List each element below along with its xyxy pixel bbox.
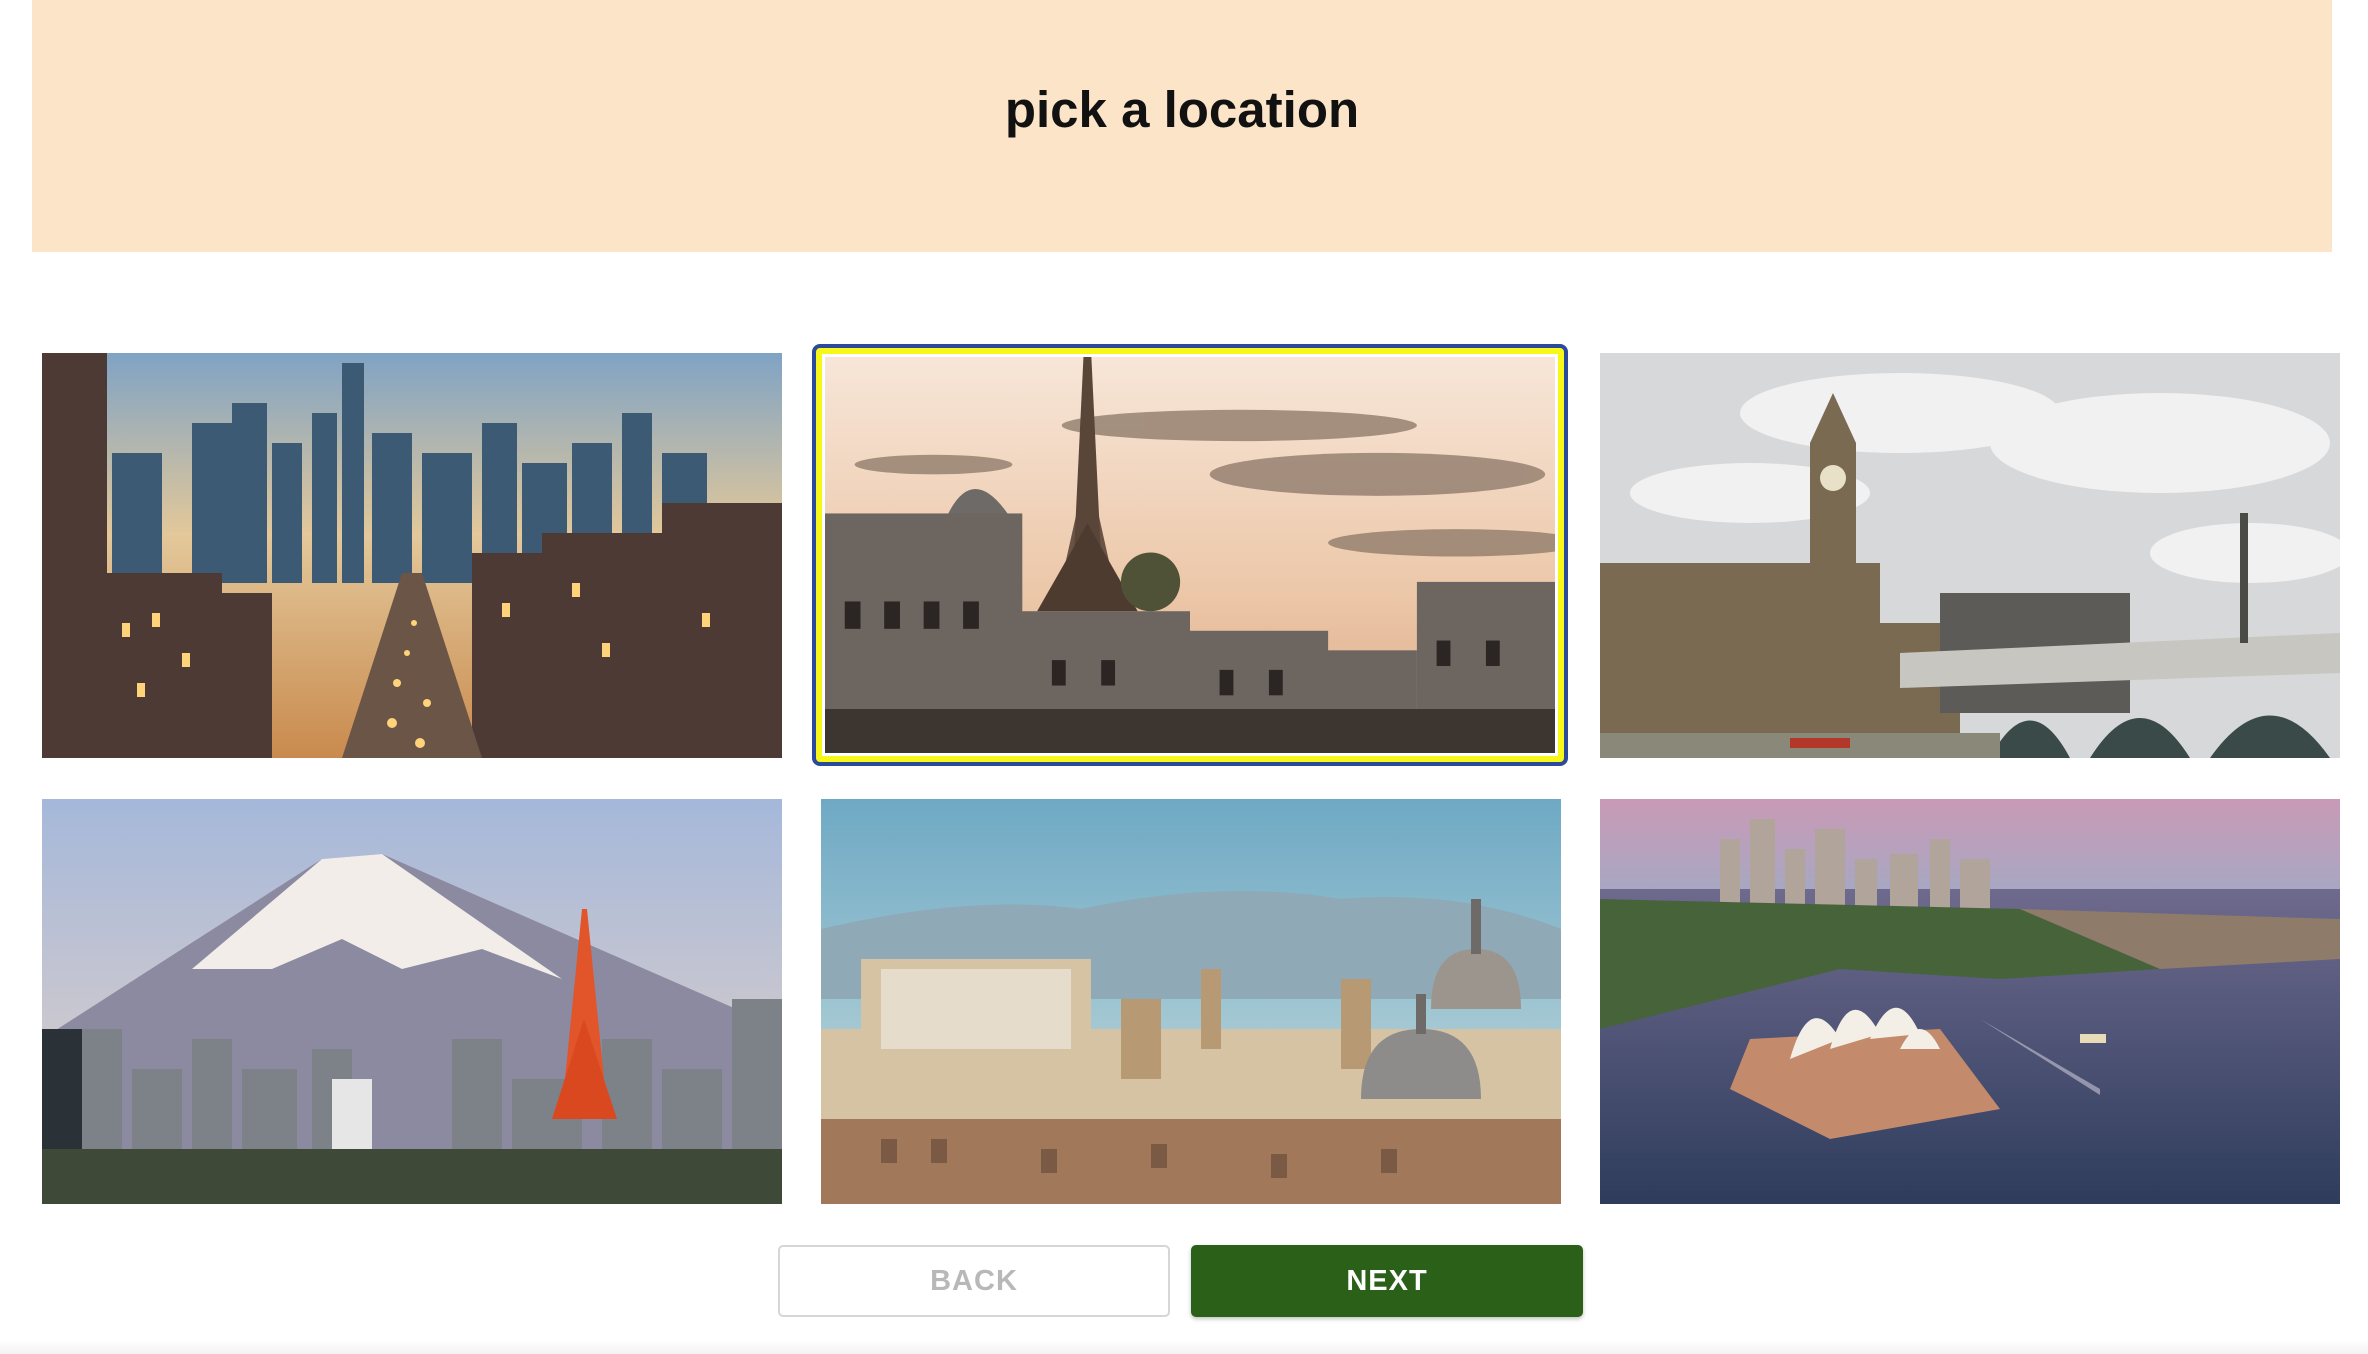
next-button[interactable]: NEXT xyxy=(1191,1245,1583,1317)
rome-cityscape-photo xyxy=(821,799,1561,1204)
page-footer-shadow xyxy=(0,1340,2368,1354)
location-tile-rome[interactable] xyxy=(821,799,1561,1204)
header-banner: pick a location xyxy=(32,0,2332,252)
location-tile-new-york[interactable] xyxy=(42,353,782,758)
location-picker-page: pick a location BACK NEXT xyxy=(0,0,2368,1354)
location-tile-sydney[interactable] xyxy=(1600,799,2340,1204)
location-tile-london[interactable] xyxy=(1600,353,2340,758)
back-button[interactable]: BACK xyxy=(778,1245,1170,1317)
tokyo-mount-fuji-photo xyxy=(42,799,782,1204)
london-big-ben-photo xyxy=(1600,353,2340,758)
sydney-opera-house-photo xyxy=(1600,799,2340,1204)
location-tile-paris[interactable] xyxy=(812,344,1568,766)
location-tile-tokyo[interactable] xyxy=(42,799,782,1204)
paris-eiffel-tower-photo xyxy=(825,357,1555,753)
page-title: pick a location xyxy=(1004,81,1360,138)
new-york-skyline-photo xyxy=(42,353,782,758)
selected-image-frame xyxy=(822,354,1558,756)
